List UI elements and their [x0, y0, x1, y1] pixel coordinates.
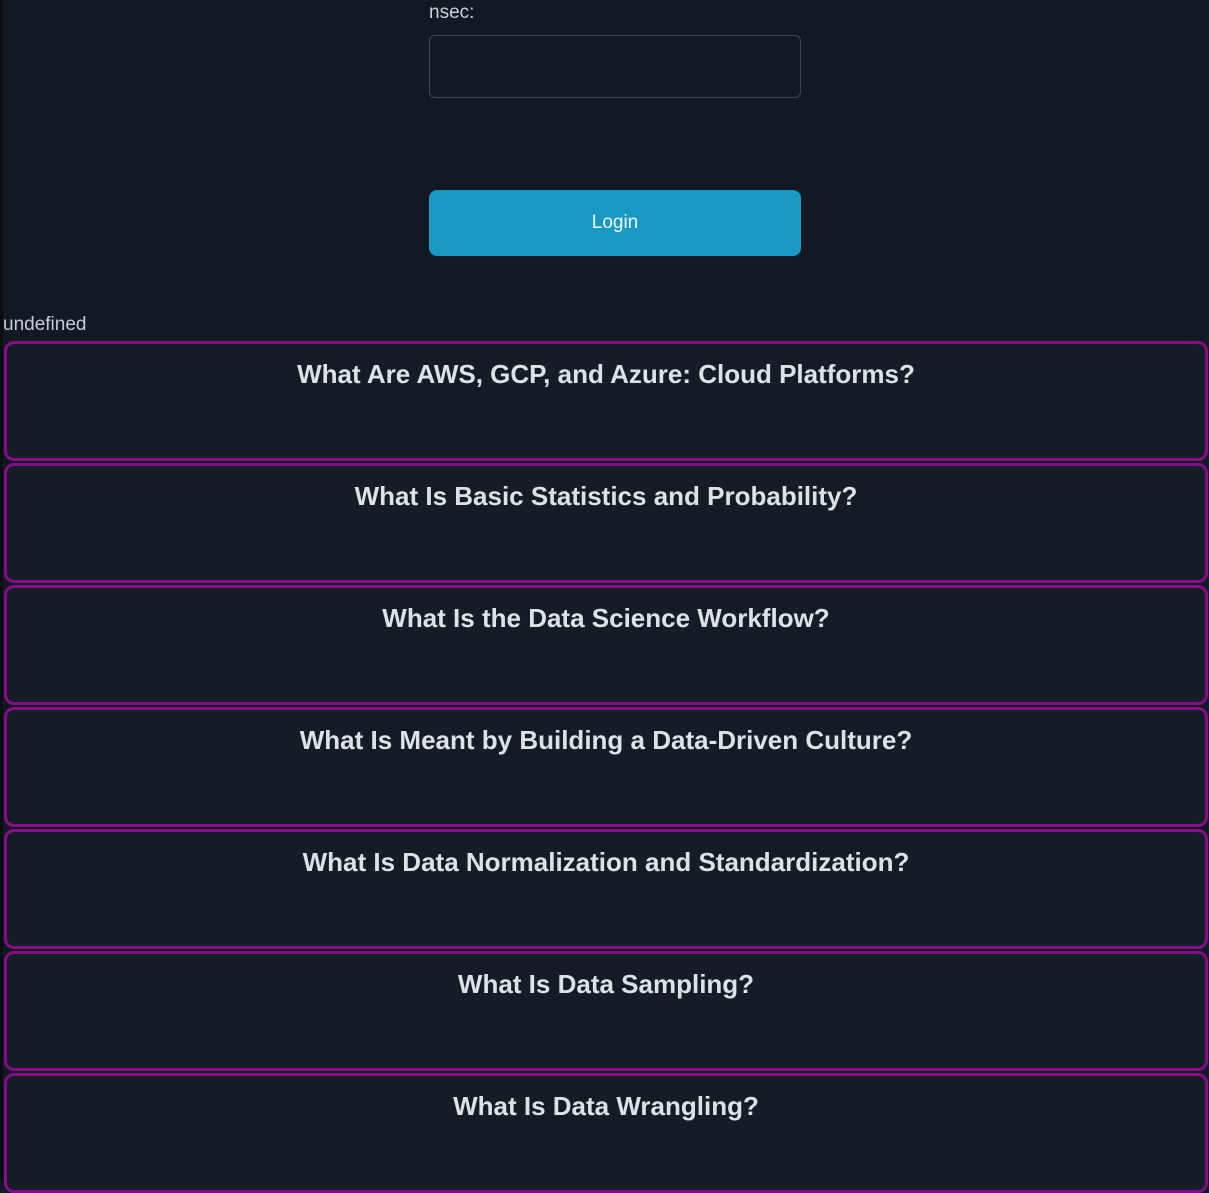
page: { "page": { "background_color": "#121923…	[0, 0, 1209, 1180]
question-card[interactable]: What Is Basic Statistics and Probability…	[4, 463, 1208, 583]
status-text: undefined	[3, 312, 1209, 337]
question-card-title: What Is the Data Science Workflow?	[7, 602, 1205, 635]
question-card[interactable]: What Is Meant by Building a Data-Driven …	[4, 707, 1208, 827]
question-card-title: What Is Data Normalization and Standardi…	[7, 846, 1205, 879]
question-card-title: What Is Meant by Building a Data-Driven …	[7, 724, 1205, 757]
left-edge-strip	[0, 0, 3, 1180]
nsec-input[interactable]	[429, 35, 801, 98]
question-card[interactable]: What Is Data Sampling?	[4, 951, 1208, 1071]
login-form: nsec: Login	[429, 0, 801, 256]
question-card[interactable]: What Is the Data Science Workflow?	[4, 585, 1208, 705]
question-cards-list: What Are AWS, GCP, and Azure: Cloud Plat…	[0, 341, 1209, 1193]
question-card-title: What Is Data Sampling?	[7, 968, 1205, 1001]
question-card[interactable]: What Is Data Wrangling?	[4, 1073, 1208, 1193]
question-card[interactable]: What Are AWS, GCP, and Azure: Cloud Plat…	[4, 341, 1208, 461]
login-button[interactable]: Login	[429, 190, 801, 256]
question-card-title: What Is Data Wrangling?	[7, 1090, 1205, 1123]
question-card[interactable]: What Is Data Normalization and Standardi…	[4, 829, 1208, 949]
nsec-label: nsec:	[429, 0, 801, 25]
question-card-title: What Are AWS, GCP, and Azure: Cloud Plat…	[7, 358, 1205, 391]
question-card-title: What Is Basic Statistics and Probability…	[7, 480, 1205, 513]
